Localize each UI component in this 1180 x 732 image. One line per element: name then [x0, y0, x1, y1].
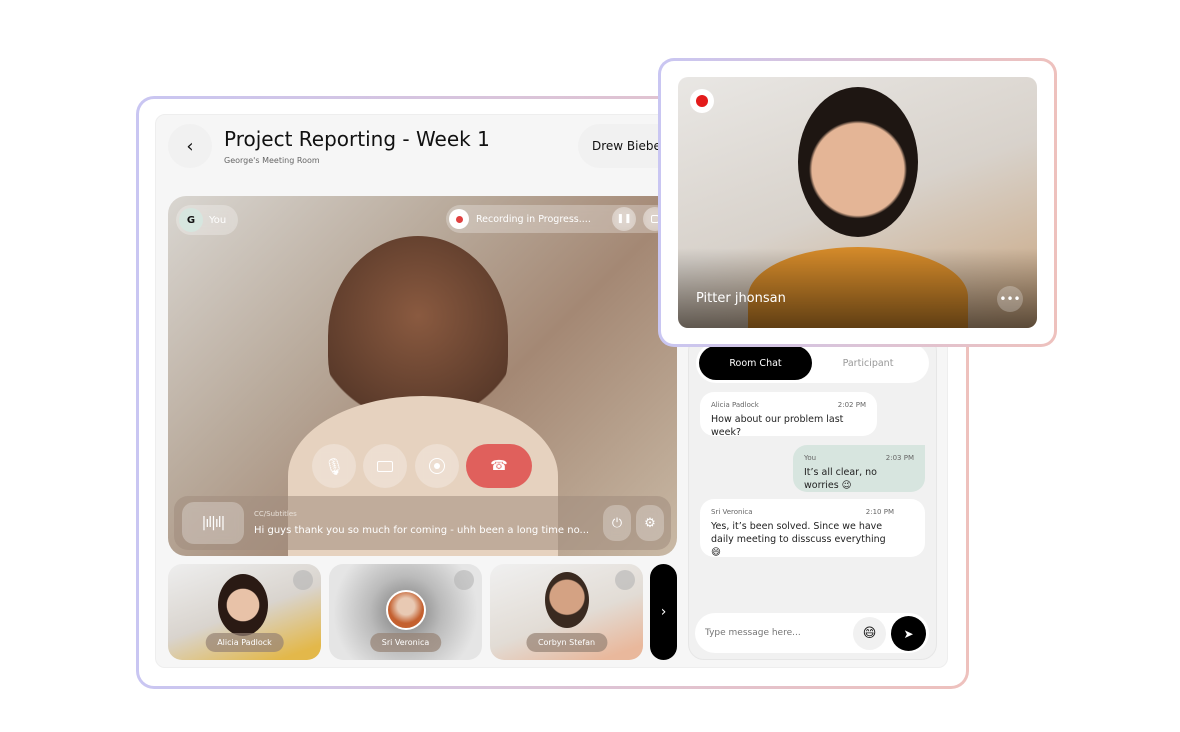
subtitles-label: CC/Subtitles [254, 510, 297, 518]
chat-message-self: You 2:03 PM It’s all clear, no worries 😉 [793, 445, 925, 492]
gear-icon: ⚙ [644, 515, 656, 531]
mic-icon [293, 570, 313, 590]
message-sender: Alicia Padlock [711, 401, 759, 409]
spotlight-name: Pitter jhonsan [696, 291, 786, 306]
message-text: It’s all clear, no worries 😉 [804, 467, 877, 491]
mic-button[interactable]: 🎙︎ [312, 444, 356, 488]
send-button[interactable]: ➤ [891, 616, 926, 651]
mic-off-icon [454, 570, 474, 590]
message-text: Yes, it’s been solved. Since we have dai… [711, 521, 886, 558]
message-sender: Sri Veronica [711, 508, 753, 516]
recording-icon [449, 209, 469, 229]
tab-participant[interactable]: Participant [815, 346, 921, 380]
more-options-button[interactable]: ••• [997, 286, 1023, 312]
self-label: You [209, 214, 227, 226]
participant-name: Alicia Padlock [205, 633, 284, 652]
page-title: Project Reporting - Week 1 [224, 127, 490, 151]
send-icon: ➤ [903, 626, 914, 641]
power-icon: ⏻ [611, 515, 623, 531]
record-icon [429, 458, 445, 474]
room-name: George's Meeting Room [224, 156, 320, 165]
recording-indicator-icon [690, 89, 714, 113]
record-button[interactable] [415, 444, 459, 488]
pause-icon: ❚❚ [616, 214, 632, 224]
end-call-button[interactable]: ☎ [466, 444, 532, 488]
recording-bar: Recording in Progress.... ❚❚ [446, 205, 670, 233]
more-horizontal-icon: ••• [999, 292, 1021, 306]
participant-thumbnail[interactable]: Corbyn Stefan [490, 564, 643, 660]
message-sender: You [804, 454, 817, 462]
self-badge: G You [176, 205, 238, 235]
microphone-icon: 🎙︎ [323, 456, 345, 476]
mic-off-icon [615, 570, 635, 590]
audio-wave-icon: |ıl|ıl| [182, 502, 244, 544]
camera-button[interactable] [363, 444, 407, 488]
chat-message: Sri Veronica 2:10 PM Yes, it’s been solve… [700, 499, 925, 558]
avatar: G [179, 208, 203, 232]
video-camera-icon [377, 460, 393, 472]
participant-name: Sri Veronica [369, 633, 442, 652]
pause-recording-button[interactable]: ❚❚ [612, 207, 636, 231]
message-time: 2:10 PM [865, 508, 894, 516]
subtitles-bar [174, 496, 671, 550]
participant-photo [218, 574, 268, 636]
message-time: 2:03 PM [885, 454, 914, 462]
hang-up-icon: ☎ [490, 458, 508, 474]
chevron-left-icon: ‹ [186, 135, 194, 157]
emoji-button[interactable]: 😄 [853, 617, 886, 650]
participant-photo [545, 572, 589, 628]
avatar [386, 590, 426, 630]
recording-label: Recording in Progress.... [476, 213, 591, 225]
message-input[interactable] [705, 620, 845, 646]
participant-name: Corbyn Stefan [525, 633, 608, 652]
chat-message: Alicia Padlock 2:02 PM How about our prob… [700, 392, 877, 438]
next-thumbnails-button[interactable]: › [650, 564, 677, 660]
subtitle-text: Hi guys thank you so much for coming - u… [254, 525, 590, 536]
power-button[interactable]: ⏻ [603, 505, 631, 541]
speaker-face [798, 87, 918, 237]
participant-thumbnail[interactable]: Alicia Padlock [168, 564, 321, 660]
tab-room-chat[interactable]: Room Chat [699, 346, 812, 380]
name-gradient [678, 248, 1037, 328]
message-time: 2:02 PM [837, 401, 866, 409]
settings-button[interactable]: ⚙ [636, 505, 664, 541]
back-button[interactable]: ‹ [168, 124, 212, 168]
message-text: How about our problem last week? [711, 414, 844, 438]
chevron-right-icon: › [660, 604, 667, 620]
participant-thumbnail[interactable]: Sri Veronica [329, 564, 482, 660]
chat-panel [688, 335, 937, 660]
participant-name: Drew Bieber [592, 139, 666, 153]
